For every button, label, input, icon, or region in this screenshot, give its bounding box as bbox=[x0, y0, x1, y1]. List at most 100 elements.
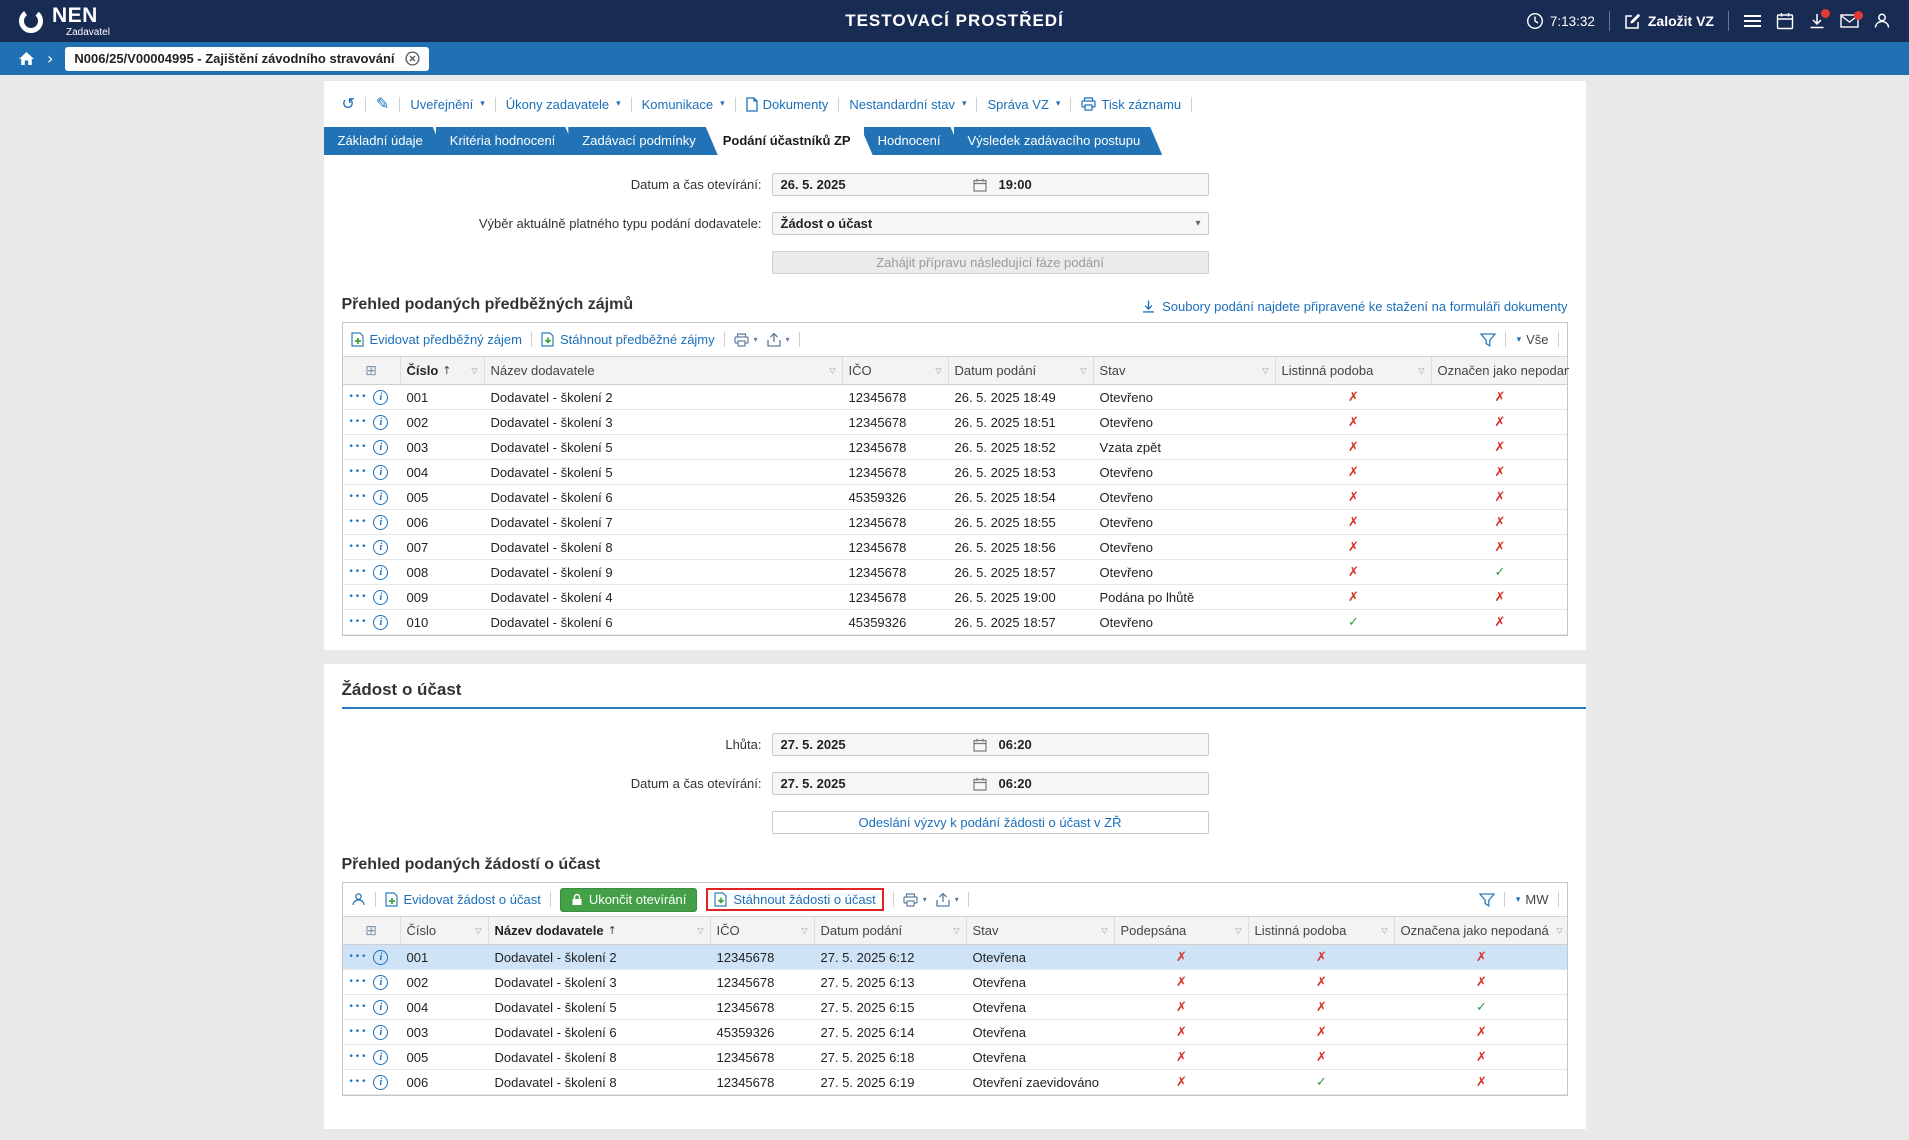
open-record-tab[interactable]: N006/25/V00004995 - Zajištění závodního … bbox=[65, 47, 428, 71]
menu-ukony-zadavatele[interactable]: Úkony zadavatele▾ bbox=[506, 97, 621, 112]
row-actions-icon[interactable]: ••• bbox=[349, 952, 368, 962]
close-icon[interactable] bbox=[405, 51, 420, 66]
view-selector[interactable]: ▾ Vše bbox=[1515, 332, 1549, 347]
tab-vysledek[interactable]: Výsledek zadávacího postupu bbox=[954, 127, 1163, 155]
column-header-ico[interactable]: IČO▽ bbox=[843, 357, 949, 384]
column-filter-icon[interactable]: ▽ bbox=[825, 366, 835, 375]
column-filter-icon[interactable]: ▽ bbox=[1231, 926, 1241, 935]
start-next-phase-button[interactable]: Zahájit přípravu následující fáze podání bbox=[772, 251, 1209, 274]
column-header-nepodana[interactable]: Označena jako nepodaná▽ bbox=[1395, 917, 1569, 944]
date-value[interactable]: 27. 5. 2025 bbox=[773, 776, 973, 791]
menu-uverejneni[interactable]: Uveřejnění▾ bbox=[410, 97, 484, 112]
table-row[interactable]: ••• i 010 Dodavatel - školení 6 45359326… bbox=[343, 610, 1567, 635]
date-value[interactable]: 26. 5. 2025 bbox=[773, 177, 973, 192]
column-header-cislo[interactable]: Číslo↑▽ bbox=[401, 357, 485, 384]
filter-button[interactable] bbox=[1479, 893, 1495, 907]
row-actions-icon[interactable]: ••• bbox=[349, 1052, 368, 1062]
nen-logo[interactable]: NEN Zadavatel bbox=[18, 5, 110, 38]
column-header-podepsana[interactable]: Podepsána▽ bbox=[1115, 917, 1249, 944]
column-filter-icon[interactable]: ▽ bbox=[1076, 366, 1086, 375]
column-header-dodavatel[interactable]: Název dodavatele↑▽ bbox=[489, 917, 711, 944]
column-filter-icon[interactable]: ▽ bbox=[797, 926, 807, 935]
row-actions-icon[interactable]: ••• bbox=[349, 542, 368, 552]
time-value[interactable]: 06:20 bbox=[999, 776, 1032, 791]
menu-dokumenty[interactable]: Dokumenty bbox=[746, 97, 829, 112]
menu-tisk-zaznamu[interactable]: Tisk záznamu bbox=[1081, 97, 1181, 112]
downloads-button[interactable] bbox=[1808, 12, 1826, 30]
info-icon[interactable]: i bbox=[373, 1075, 388, 1090]
calendar-button[interactable] bbox=[1776, 12, 1794, 30]
info-icon[interactable]: i bbox=[373, 415, 388, 430]
row-actions-icon[interactable]: ••• bbox=[349, 1002, 368, 1012]
row-actions-icon[interactable]: ••• bbox=[349, 977, 368, 987]
download-requests-button[interactable]: Stáhnout žádosti o účast bbox=[714, 892, 875, 907]
info-icon[interactable]: i bbox=[373, 615, 388, 630]
tab-zadavaci-podminky[interactable]: Zadávací podmínky bbox=[568, 127, 717, 155]
grid-icon[interactable]: ⊞ bbox=[365, 363, 377, 379]
table-row[interactable]: ••• i 001 Dodavatel - školení 2 12345678… bbox=[343, 385, 1567, 410]
table-row[interactable]: ••• i 009 Dodavatel - školení 4 12345678… bbox=[343, 585, 1567, 610]
info-icon[interactable]: i bbox=[373, 950, 388, 965]
column-filter-icon[interactable]: ▽ bbox=[693, 926, 703, 935]
table-row[interactable]: ••• i 001 Dodavatel - školení 2 12345678… bbox=[343, 945, 1567, 970]
table-row[interactable]: ••• i 007 Dodavatel - školení 8 12345678… bbox=[343, 535, 1567, 560]
row-actions-icon[interactable]: ••• bbox=[349, 617, 368, 627]
column-filter-icon[interactable]: ▽ bbox=[1258, 366, 1268, 375]
info-icon[interactable]: i bbox=[373, 490, 388, 505]
row-actions-icon[interactable]: ••• bbox=[349, 417, 368, 427]
grid-icon[interactable]: ⊞ bbox=[365, 923, 377, 939]
column-header-nepodany[interactable]: Označen jako nepodaný▽ bbox=[1432, 357, 1569, 384]
table-row[interactable]: ••• i 005 Dodavatel - školení 8 12345678… bbox=[343, 1045, 1567, 1070]
row-actions-icon[interactable]: ••• bbox=[349, 492, 368, 502]
date-value[interactable]: 27. 5. 2025 bbox=[773, 737, 973, 752]
info-icon[interactable]: i bbox=[373, 1000, 388, 1015]
table-row[interactable]: ••• i 003 Dodavatel - školení 5 12345678… bbox=[343, 435, 1567, 460]
row-actions-icon[interactable]: ••• bbox=[349, 592, 368, 602]
column-filter-icon[interactable]: ▽ bbox=[471, 926, 481, 935]
info-icon[interactable]: i bbox=[373, 590, 388, 605]
table-row[interactable]: ••• i 003 Dodavatel - školení 6 45359326… bbox=[343, 1020, 1567, 1045]
tab-hodnoceni[interactable]: Hodnocení bbox=[864, 127, 963, 155]
column-header-listinna[interactable]: Listinná podoba▽ bbox=[1276, 357, 1432, 384]
calendar-icon[interactable] bbox=[973, 178, 987, 192]
refresh-icon[interactable]: ↺ bbox=[342, 96, 355, 112]
open-datetime-input[interactable]: 26. 5. 2025 19:00 bbox=[772, 173, 1209, 196]
column-filter-icon[interactable]: ▽ bbox=[931, 366, 941, 375]
row-actions-icon[interactable]: ••• bbox=[349, 567, 368, 577]
column-filter-icon[interactable]: ▽ bbox=[1552, 926, 1562, 935]
menu-button[interactable] bbox=[1743, 14, 1762, 28]
column-settings[interactable]: ⊞ bbox=[343, 357, 401, 384]
column-header-stav[interactable]: Stav▽ bbox=[967, 917, 1115, 944]
table-row[interactable]: ••• i 006 Dodavatel - školení 8 12345678… bbox=[343, 1070, 1567, 1095]
tab-kriteria-hodnoceni[interactable]: Kritéria hodnocení bbox=[436, 127, 578, 155]
info-icon[interactable]: i bbox=[373, 565, 388, 580]
info-icon[interactable]: i bbox=[373, 440, 388, 455]
menu-sprava-vz[interactable]: Správa VZ▾ bbox=[987, 97, 1060, 112]
row-actions-icon[interactable]: ••• bbox=[349, 442, 368, 452]
calendar-icon[interactable] bbox=[973, 738, 987, 752]
row-actions-icon[interactable]: ••• bbox=[349, 1027, 368, 1037]
export-table-button[interactable]: ▾ bbox=[936, 892, 959, 907]
info-icon[interactable]: i bbox=[373, 1025, 388, 1040]
table-row[interactable]: ••• i 004 Dodavatel - školení 5 12345678… bbox=[343, 995, 1567, 1020]
tab-zakladni-udaje[interactable]: Základní údaje bbox=[324, 127, 445, 155]
print-table-button[interactable]: ▾ bbox=[734, 333, 758, 347]
column-settings[interactable]: ⊞ bbox=[343, 917, 401, 944]
edit-icon[interactable]: ✎ bbox=[376, 96, 389, 112]
menu-nestandardni-stav[interactable]: Nestandardní stav▾ bbox=[849, 97, 966, 112]
deadline-input[interactable]: 27. 5. 2025 06:20 bbox=[772, 733, 1209, 756]
messages-button[interactable] bbox=[1840, 14, 1859, 28]
calendar-icon[interactable] bbox=[973, 777, 987, 791]
end-opening-button[interactable]: Ukončit otevírání bbox=[560, 888, 698, 912]
column-filter-icon[interactable]: ▽ bbox=[1414, 366, 1424, 375]
table-row[interactable]: ••• i 002 Dodavatel - školení 3 12345678… bbox=[343, 970, 1567, 995]
tab-podani-ucastniku[interactable]: Podání účastníků ZP bbox=[709, 127, 873, 155]
table-row[interactable]: ••• i 005 Dodavatel - školení 6 45359326… bbox=[343, 485, 1567, 510]
profile-button[interactable] bbox=[1873, 12, 1891, 30]
column-header-datum[interactable]: Datum podání▽ bbox=[815, 917, 967, 944]
time-value[interactable]: 19:00 bbox=[999, 177, 1032, 192]
view-selector[interactable]: ▾ MW bbox=[1514, 892, 1549, 907]
row-actions-icon[interactable]: ••• bbox=[349, 467, 368, 477]
assign-person-button[interactable] bbox=[351, 892, 366, 907]
home-button[interactable] bbox=[18, 51, 35, 66]
